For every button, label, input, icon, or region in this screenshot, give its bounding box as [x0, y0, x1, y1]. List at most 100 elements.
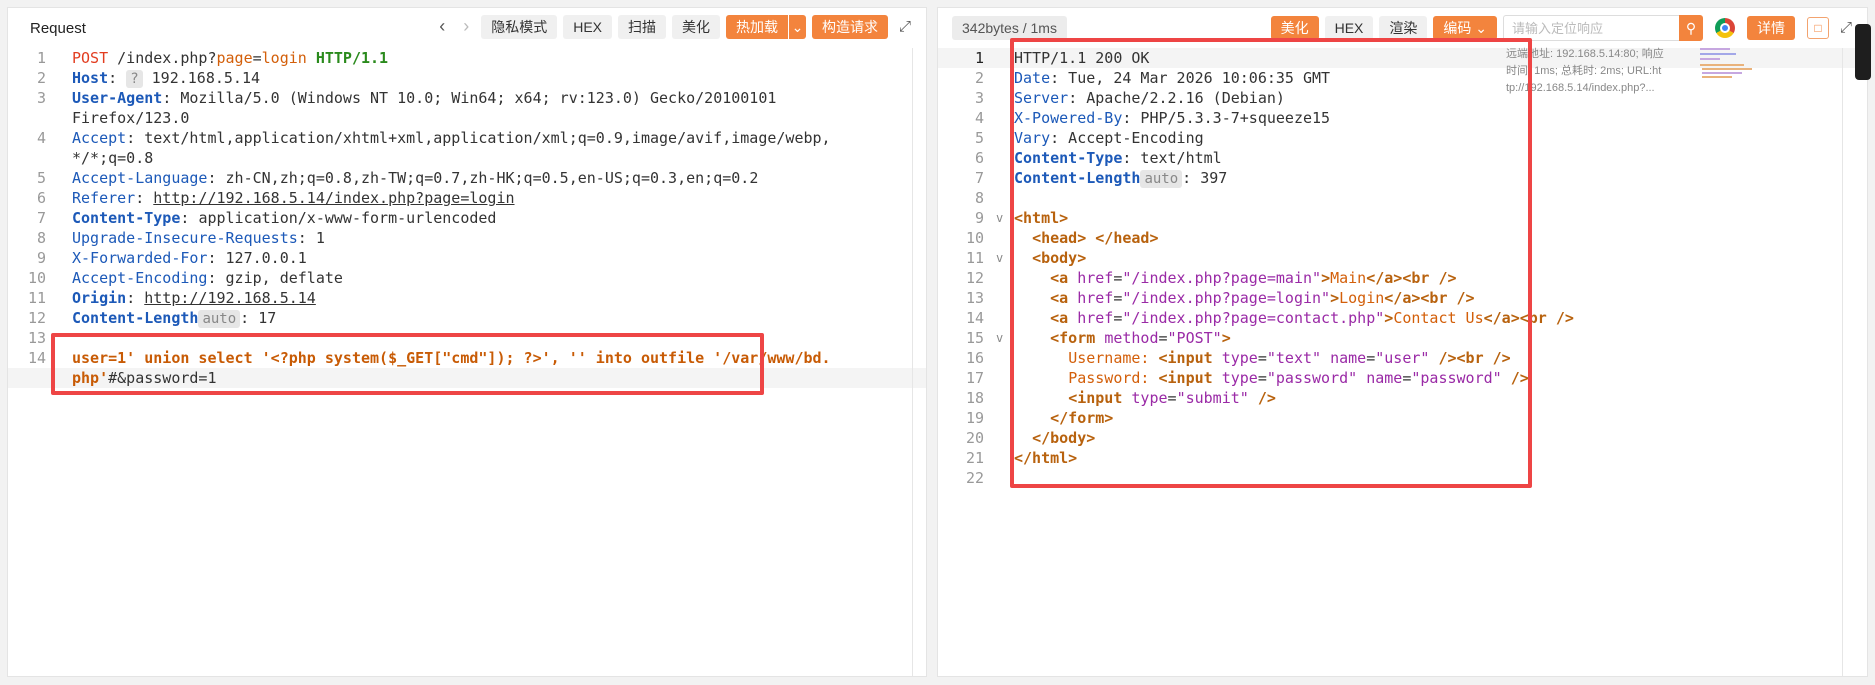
line-number: 6: [36, 189, 46, 207]
code-token: 192.168.5.14: [142, 69, 261, 87]
code-token: Origin: [72, 289, 127, 307]
code-line: 10 Accept-Encoding: gzip, deflate: [8, 268, 926, 288]
code-token: ?: [126, 70, 143, 88]
line-number: 10: [965, 229, 984, 247]
response-stats: 342bytes / 1ms: [952, 16, 1067, 40]
line-number: 16: [965, 349, 984, 367]
code-token: Accept-Language: [72, 169, 208, 187]
code-line: 11 Origin: http://192.168.5.14: [8, 288, 926, 308]
beautify-button[interactable]: 美化: [672, 15, 720, 39]
code-token: : text/html,application/xhtml+xml,applic…: [126, 129, 831, 147]
response-highlight-box: [1010, 38, 1532, 488]
code-token: login: [261, 49, 307, 67]
line-number: 2: [36, 69, 46, 87]
code-token: Host: [72, 69, 109, 87]
chevron-left-icon[interactable]: ‹: [433, 15, 451, 39]
line-number: 7: [974, 169, 984, 187]
response-scrollbar[interactable]: [1842, 48, 1843, 676]
fullscreen-icon[interactable]: ⤢: [894, 15, 916, 39]
line-number: 6: [974, 149, 984, 167]
code-token: Firefox/123.0: [72, 109, 190, 127]
code-token: POST: [72, 49, 109, 67]
code-line: 8 Upgrade-Insecure-Requests: 1: [8, 228, 926, 248]
line-number: 15: [965, 329, 984, 347]
side-handle[interactable]: [1855, 24, 1871, 80]
hotload-split-button: 热加载 ⌄: [726, 15, 806, 39]
code-token: :: [135, 189, 154, 207]
request-scrollbar[interactable]: [912, 48, 913, 676]
encode-label: 编码: [1443, 20, 1472, 36]
minimap[interactable]: [1698, 46, 1768, 86]
code-line: 2 Host: ? 192.168.5.14: [8, 68, 926, 88]
code-text: Accept: text/html,application/xhtml+xml,…: [72, 128, 831, 148]
code-token: Content-Length: [72, 309, 199, 327]
line-number: 9: [974, 209, 984, 227]
search-icon[interactable]: ⚲: [1679, 15, 1703, 41]
chevron-down-icon[interactable]: v: [996, 248, 1003, 268]
details-button[interactable]: 详情: [1747, 16, 1795, 40]
line-number: 14: [27, 349, 46, 367]
comment-icon[interactable]: □: [1807, 17, 1829, 39]
hotload-button[interactable]: 热加载: [726, 15, 788, 39]
code-text: User-Agent: Mozilla/5.0 (Windows NT 10.0…: [72, 88, 785, 108]
line-number: 5: [974, 129, 984, 147]
code-token: :: [126, 289, 145, 307]
line-number: 14: [965, 309, 984, 327]
code-line: 5 Accept-Language: zh-CN,zh;q=0.8,zh-TW;q…: [8, 168, 926, 188]
hex-button[interactable]: HEX: [563, 15, 612, 39]
code-text: Accept-Language: zh-CN,zh;q=0.8,zh-TW;q=…: [72, 168, 758, 188]
privacy-mode-button[interactable]: 隐私模式: [481, 15, 558, 39]
line-number: 2: [974, 69, 984, 87]
code-text: Content-Type: application/x-www-form-url…: [72, 208, 496, 228]
code-line: 12 Content-Length auto: 17: [8, 308, 926, 328]
line-number: 7: [36, 209, 46, 227]
scan-button[interactable]: 扫描: [618, 15, 666, 39]
code-token: Accept-Encoding: [72, 269, 208, 287]
line-number: 1: [974, 49, 984, 67]
line-number: 4: [36, 129, 46, 147]
encode-dropdown[interactable]: 编码 ⌄: [1433, 16, 1497, 40]
construct-request-button[interactable]: 构造请求: [812, 15, 888, 39]
beautify-button[interactable]: 美化: [1270, 16, 1319, 40]
code-text: Content-Length auto: 17: [72, 308, 276, 328]
code-token: : Mozilla/5.0 (Windows NT 10.0; Win64; x…: [162, 89, 786, 107]
chevron-down-icon[interactable]: ⌄: [788, 15, 806, 39]
line-number: 13: [27, 329, 46, 347]
line-number: 3: [974, 89, 984, 107]
code-token: : 1: [297, 229, 325, 247]
code-token: page: [216, 49, 253, 67]
code-text: */*;q=0.8: [72, 148, 153, 168]
line-number: 8: [974, 189, 984, 207]
code-token: Upgrade-Insecure-Requests: [72, 229, 298, 247]
chrome-icon[interactable]: [1715, 18, 1735, 38]
request-title: Request: [30, 19, 86, 37]
payload-highlight-box: [51, 333, 764, 395]
code-token: /index.php?: [108, 49, 217, 67]
line-number: 20: [965, 429, 984, 447]
code-token: :: [108, 69, 127, 87]
code-text: Host: ? 192.168.5.14: [72, 68, 260, 88]
code-text: Firefox/123.0: [72, 108, 189, 128]
request-toolbar: Request ‹ › 隐私模式 HEX 扫描 美化 热加载 ⌄ 构造请求 ⤢: [8, 8, 926, 48]
chevron-down-icon[interactable]: v: [996, 208, 1003, 228]
line-number: 13: [965, 289, 984, 307]
render-button[interactable]: 渲染: [1379, 16, 1428, 40]
code-token: HTTP/1.1: [315, 49, 389, 67]
fullscreen-icon[interactable]: ⤢: [1835, 16, 1857, 40]
code-token: : zh-CN,zh;q=0.8,zh-TW;q=0.7,zh-HK;q=0.5…: [207, 169, 759, 187]
code-token: : 127.0.0.1: [207, 249, 307, 267]
hex-button[interactable]: HEX: [1324, 16, 1374, 40]
line-number: 12: [965, 269, 984, 287]
line-number: 4: [974, 109, 984, 127]
code-line: 7 Content-Type: application/x-www-form-ur…: [8, 208, 926, 228]
code-line: 9 X-Forwarded-For: 127.0.0.1: [8, 248, 926, 268]
chevron-down-icon[interactable]: v: [996, 328, 1003, 348]
chevron-right-icon[interactable]: ›: [457, 15, 475, 39]
code-line: */*;q=0.8: [8, 148, 926, 168]
code-token: auto: [198, 310, 241, 328]
locate-search: ⚲: [1503, 15, 1703, 41]
code-token: */*;q=0.8: [72, 149, 154, 167]
code-token: =: [252, 49, 262, 67]
line-number: 21: [965, 449, 984, 467]
